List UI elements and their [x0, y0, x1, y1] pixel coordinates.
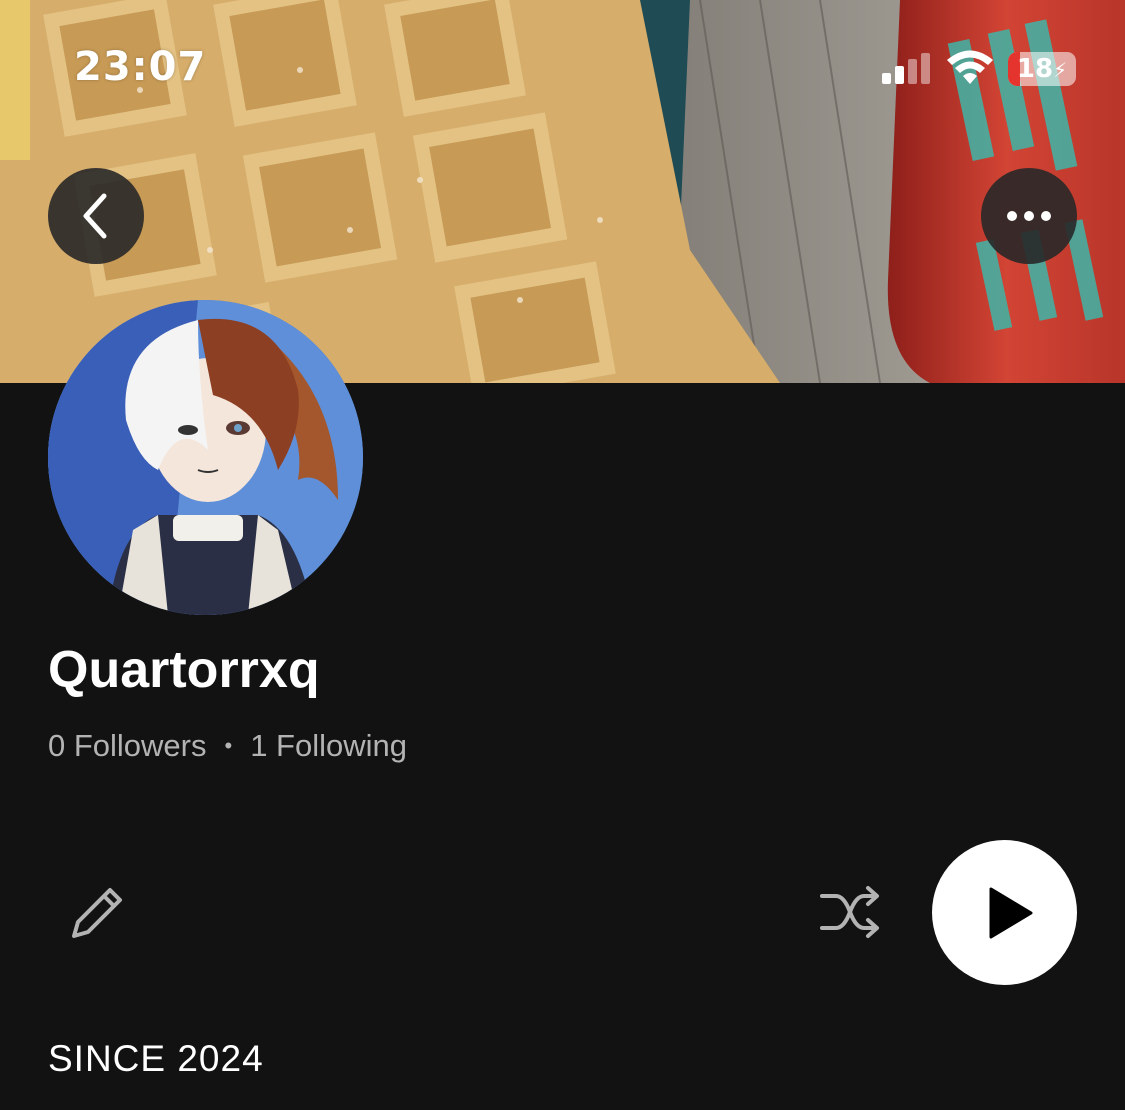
shuffle-button[interactable] [818, 884, 884, 940]
chevron-left-icon [83, 193, 107, 239]
back-button[interactable] [48, 168, 144, 264]
stats-separator: • [224, 733, 233, 758]
play-button[interactable] [932, 840, 1077, 985]
pencil-icon [72, 888, 122, 938]
followers-count[interactable]: 0 Followers [48, 728, 207, 764]
profile-avatar[interactable] [48, 300, 363, 615]
battery-percent: 18 [1016, 54, 1054, 84]
profile-name: Quartorrxq [48, 641, 320, 699]
wifi-icon [947, 50, 993, 84]
charging-bolt-icon: ⚡ [1053, 58, 1068, 82]
shuffle-icon [820, 886, 879, 938]
profile-stats: 0 Followers • 1 Following [48, 728, 407, 764]
more-options-button[interactable] [981, 168, 1077, 264]
following-count[interactable]: 1 Following [250, 728, 407, 764]
play-icon [989, 887, 1032, 938]
status-time: 23:07 [74, 44, 207, 90]
edit-profile-button[interactable] [64, 880, 130, 946]
battery-level-text: 18⚡ [1008, 52, 1076, 86]
status-bar: 23:07 18⚡ [0, 0, 1125, 140]
cellular-signal-icon [882, 53, 930, 84]
more-horizontal-icon [1007, 211, 1051, 221]
since-label: SINCE 2024 [48, 1038, 264, 1079]
battery-indicator: 18⚡ [1008, 52, 1076, 86]
